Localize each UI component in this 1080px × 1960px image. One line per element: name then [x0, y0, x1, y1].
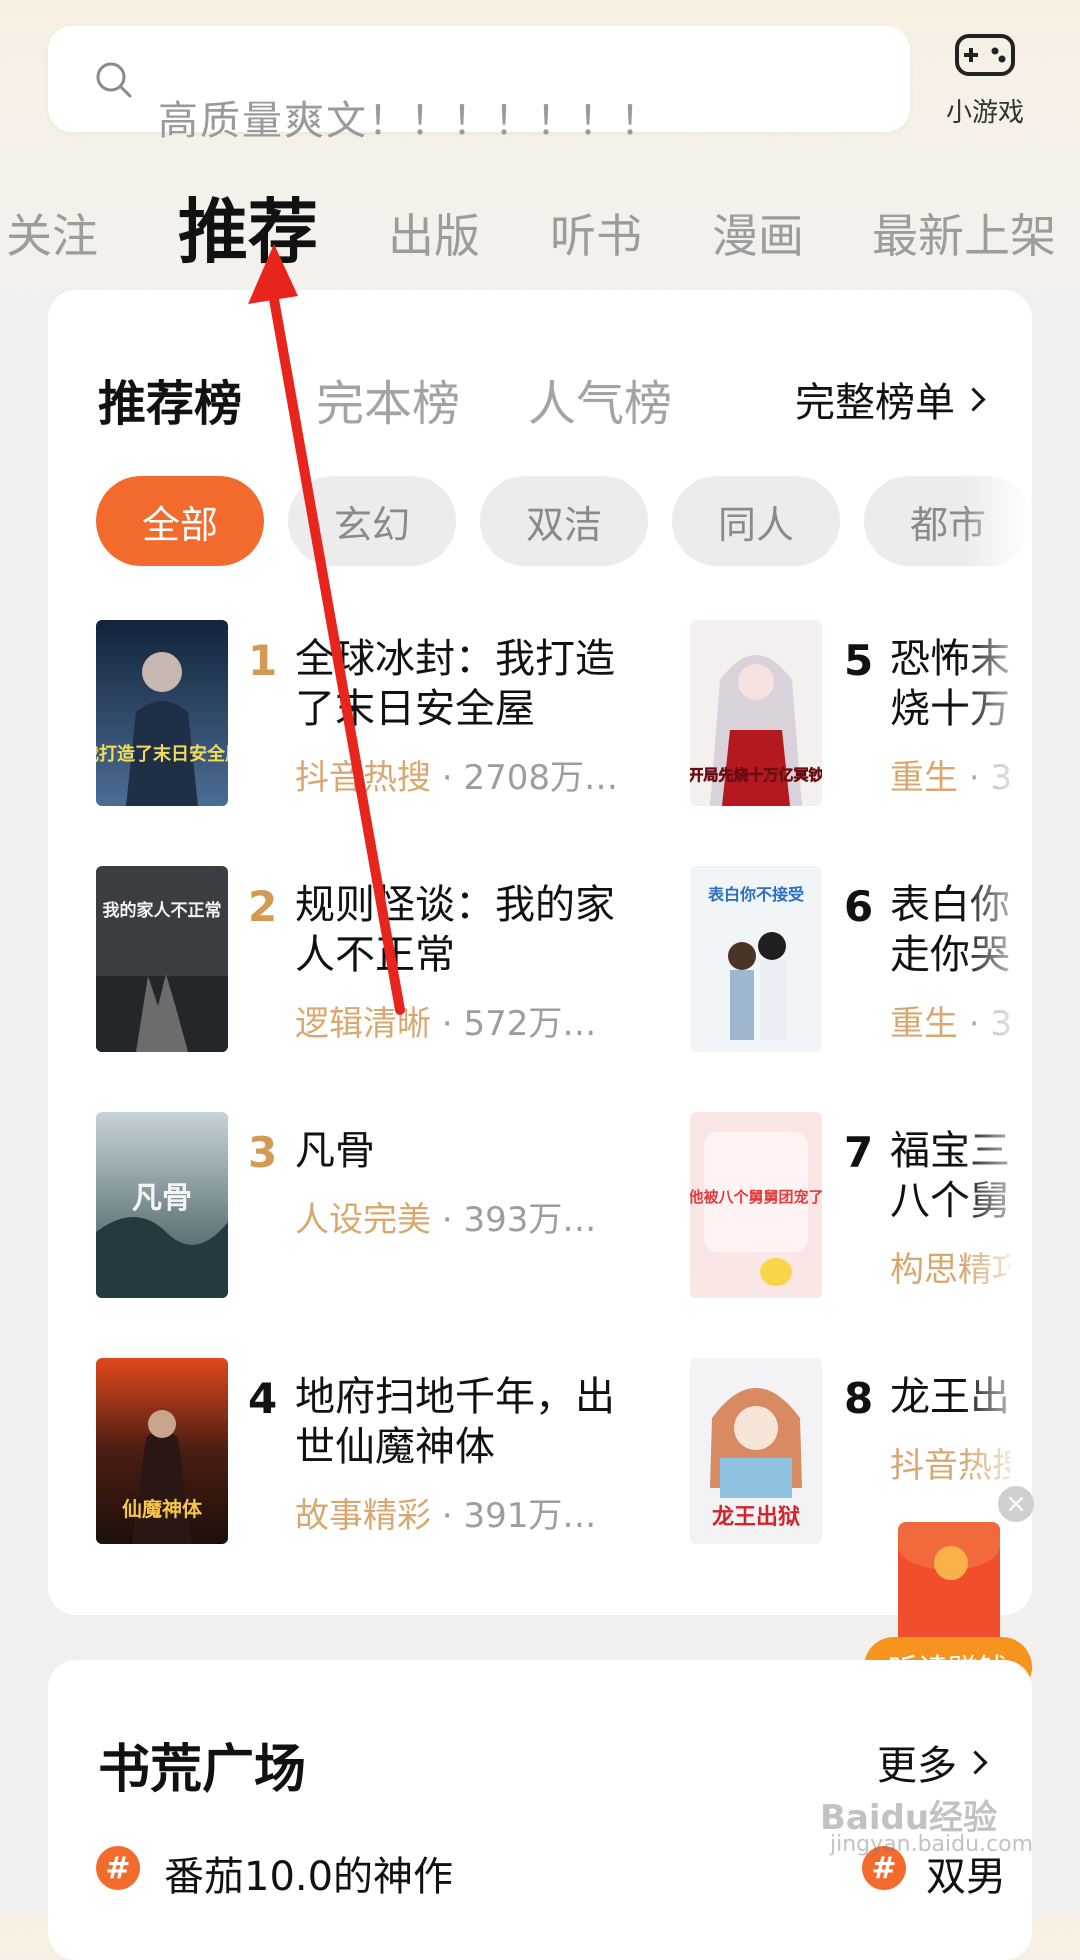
- filter-all[interactable]: 全部: [96, 476, 264, 566]
- mini-games-label: 小游戏: [945, 98, 1024, 128]
- book-cover[interactable]: 仙魔神体: [96, 1358, 228, 1544]
- tab-comics[interactable]: 漫画: [712, 200, 804, 266]
- tab-completed-list[interactable]: 完本榜: [316, 364, 460, 434]
- book-meta: 逻辑清晰 · 572万…: [295, 1004, 597, 1044]
- book-meta: 人设完美 · 393万…: [295, 1200, 597, 1240]
- more-link[interactable]: 更多: [877, 1733, 988, 1791]
- rank-number: 1: [248, 636, 278, 685]
- rank-number: 3: [248, 1128, 278, 1177]
- tab-follow[interactable]: 关注: [6, 200, 98, 266]
- tab-new-arrivals[interactable]: 最新上架: [872, 200, 1056, 266]
- full-list-link[interactable]: 完整榜单: [795, 370, 986, 428]
- book-tag: 逻辑清晰: [295, 1004, 431, 1044]
- more-label: 更多: [877, 1743, 957, 1789]
- book-cover[interactable]: 开局先烧十万亿冥钞: [690, 620, 822, 806]
- book-title[interactable]: 规则怪谈：我的家人不正常: [295, 880, 635, 980]
- watermark-url: jingyan.baidu.com: [830, 1832, 1034, 1857]
- book-tag: 人设完美: [295, 1200, 431, 1240]
- rank-number: 4: [248, 1374, 278, 1423]
- rank-number: 2: [248, 882, 278, 931]
- book-cover[interactable]: 我的家人不正常: [96, 866, 228, 1052]
- tab-publishing[interactable]: 出版: [388, 200, 480, 266]
- cover-title-text: 他被八个舅舅团宠了: [690, 1188, 822, 1206]
- book-title[interactable]: 凡骨: [295, 1126, 635, 1176]
- book-cover[interactable]: 表白你不接受: [690, 866, 822, 1052]
- rank-number: 6: [844, 882, 874, 931]
- book-tag: 故事精彩: [295, 1496, 431, 1536]
- search-icon: [96, 62, 132, 98]
- book-count: 2708万…: [463, 758, 618, 798]
- hash-icon: #: [96, 1846, 140, 1890]
- mini-games-button[interactable]: 小游戏: [930, 26, 1040, 136]
- book-cover[interactable]: 他被八个舅舅团宠了: [690, 1112, 822, 1298]
- rank-number: 5: [844, 636, 874, 685]
- tab-recommend-list[interactable]: 推荐榜: [98, 364, 242, 434]
- chevron-right-icon: [961, 387, 986, 412]
- topic-item[interactable]: 番茄10.0的神作: [164, 1844, 453, 1902]
- scroll-fade: [962, 470, 1032, 1580]
- book-count: 391万…: [463, 1496, 597, 1536]
- book-cover[interactable]: 龙王出狱: [690, 1358, 822, 1544]
- tab-popular-list[interactable]: 人气榜: [528, 364, 672, 434]
- book-tag: 重生: [890, 1004, 958, 1044]
- filter-fantasy[interactable]: 玄幻: [288, 476, 456, 566]
- tab-recommend[interactable]: 推荐: [178, 176, 318, 277]
- cover-title-text: 开局先烧十万亿冥钞: [690, 766, 822, 784]
- search-bar[interactable]: 高质量爽文！！！！！！！: [48, 26, 910, 144]
- close-icon[interactable]: ×: [998, 1486, 1034, 1522]
- book-tag: 重生: [890, 758, 958, 798]
- book-title[interactable]: 全球冰封：我打造了末日安全屋: [295, 634, 635, 734]
- rank-number: 7: [844, 1128, 874, 1177]
- coin-icon: [934, 1546, 968, 1580]
- cover-title-text: 龙王出狱: [712, 1505, 800, 1530]
- book-cover[interactable]: 我打造了末日安全屋: [96, 620, 228, 806]
- filter-shuangjie[interactable]: 双洁: [480, 476, 648, 566]
- book-cover[interactable]: 凡骨: [96, 1112, 228, 1298]
- cover-title-text: 我打造了末日安全屋: [96, 743, 228, 765]
- book-meta: 故事精彩 · 391万…: [295, 1496, 597, 1536]
- book-meta: 抖音热搜 · 2708万…: [295, 758, 618, 798]
- rank-number: 8: [844, 1374, 874, 1423]
- chevron-right-icon: [963, 1750, 988, 1775]
- full-list-label: 完整榜单: [795, 380, 955, 426]
- red-packet[interactable]: [898, 1522, 1000, 1644]
- cover-title-text: 表白你不接受: [707, 885, 804, 904]
- book-count: 572万…: [463, 1004, 597, 1044]
- section-title: 书荒广场: [98, 1740, 307, 1800]
- tab-audiobooks[interactable]: 听书: [550, 200, 642, 266]
- gamepad-icon: [955, 34, 1015, 76]
- filter-fanfic[interactable]: 同人: [672, 476, 840, 566]
- book-tag: 抖音热搜: [295, 758, 431, 798]
- book-title[interactable]: 地府扫地千年，出世仙魔神体: [295, 1372, 635, 1472]
- cover-title-text: 仙魔神体: [122, 1497, 203, 1521]
- cover-title-text: 凡骨: [132, 1181, 192, 1216]
- search-placeholder: 高质量爽文！！！！！！！: [158, 98, 662, 144]
- cover-title-text: 我的家人不正常: [103, 900, 222, 921]
- book-count: 393万…: [463, 1200, 597, 1240]
